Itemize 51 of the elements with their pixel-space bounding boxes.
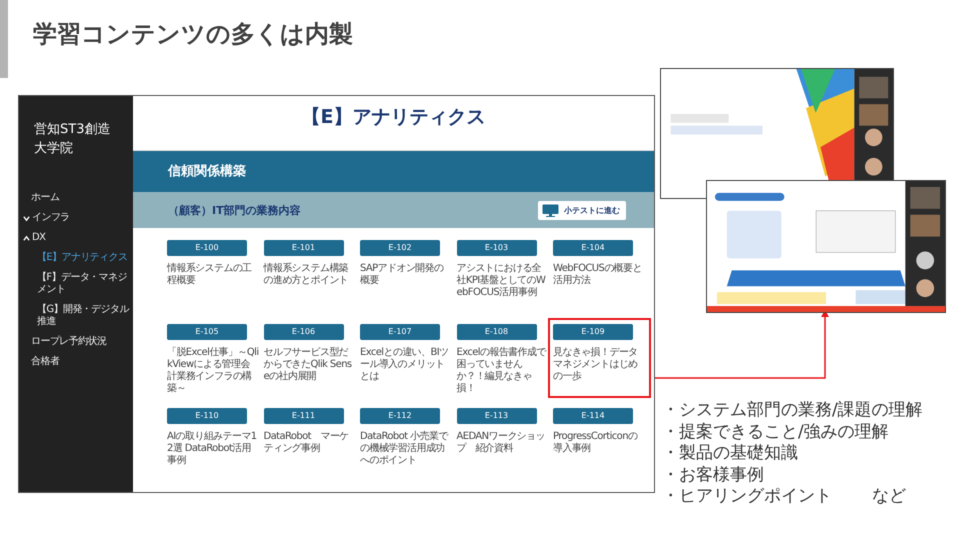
lesson-description: Excelの報告書作成で困っていませんか？！編見なきゃ損！ <box>456 346 548 395</box>
lesson-description: DataRobot マーケティング事例 <box>264 430 350 455</box>
sidebar-item[interactable]: 【E】アナリティクス <box>19 248 133 268</box>
slide-title: 学習コンテンツの多くは内製 <box>33 19 353 50</box>
subsection-title: （顧客）IT部門の業務内容 <box>168 202 301 218</box>
bullet-item: ・製品の基礎知識 <box>662 443 799 465</box>
section-title: 信頼関係構築 <box>168 163 246 180</box>
lesson-description: AEDANワークショップ 紹介資料 <box>456 430 546 455</box>
sidebar-item[interactable]: 合格者 <box>19 352 133 372</box>
quiz-button[interactable]: 小テストに進む <box>538 200 626 220</box>
lesson-description: 情報系システムの工程概要 <box>167 262 253 287</box>
lesson-description: AIの取り組みテーマ12選 DataRobot活用事例 <box>167 430 258 467</box>
page-title: 【E】アナリティクス <box>302 105 486 130</box>
lesson-description: ProgressCorticonの導入事例 <box>553 430 638 455</box>
sidebar-item[interactable]: ロープレ予約状況 <box>19 332 133 352</box>
lesson-description: WebFOCUSの概要と活用方法 <box>553 262 643 287</box>
site-logo: 営知ST3創造 大学院 <box>33 121 110 158</box>
etc-label: など <box>872 486 906 508</box>
sidebar-item[interactable]: ホーム <box>19 188 133 208</box>
lesson-button[interactable]: E-106 <box>264 324 344 340</box>
lesson-button[interactable]: E-108 <box>456 324 536 340</box>
lesson-button[interactable]: E-104 <box>553 240 633 256</box>
lesson-button[interactable]: E-112 <box>360 408 440 424</box>
lesson-description: アシストにおける全社KPI基盤としてのWebFOCUS活用事例 <box>456 262 546 299</box>
lesson-description: Excelとの違い、BIツール導入のメリットとは <box>360 346 450 383</box>
lesson-description: DataRobot 小売業での機械学習活用成功へのポイント <box>360 430 450 467</box>
lesson-button[interactable]: E-105 <box>167 324 247 340</box>
sidebar-item[interactable]: DX <box>19 228 133 248</box>
lesson-button[interactable]: E-111 <box>264 408 344 424</box>
lesson-button[interactable]: E-114 <box>553 408 633 424</box>
lesson-description: セルフサービス型だからできたQlik Senseの社内展開 <box>264 346 353 383</box>
bullet-item: ・システム部門の業務/課題の理解 <box>662 400 923 422</box>
monitor-icon <box>542 204 559 217</box>
lesson-button[interactable]: E-110 <box>167 408 247 424</box>
lesson-description: 見なきゃ損！データマネジメントはじめの一歩 <box>553 346 639 383</box>
bullet-item: ・お客様事例 <box>662 464 765 486</box>
bullet-item: ・ヒアリングポイント <box>662 486 832 508</box>
lesson-button[interactable]: E-102 <box>360 240 440 256</box>
sidebar-item[interactable]: インフラ <box>19 208 133 228</box>
sidebar-item[interactable]: 【F】データ・マネジメント <box>19 268 133 300</box>
bullet-item: ・提案できること/強みの理解 <box>662 422 890 444</box>
lesson-description: 情報系システム構築の進め方とポイント <box>264 262 350 287</box>
lesson-button[interactable]: E-100 <box>167 240 247 256</box>
lesson-description: SAPアドオン開発の概要 <box>360 262 444 287</box>
lesson-button[interactable]: E-113 <box>456 408 536 424</box>
lesson-description: 「脱Excel仕事」～QlikViewによる管理会計業務インフラの構築～ <box>167 346 259 395</box>
lesson-button[interactable]: E-101 <box>264 240 344 256</box>
sidebar-item[interactable]: 【G】開発・デジタル推進 <box>19 300 133 332</box>
lesson-button[interactable]: E-107 <box>360 324 440 340</box>
lesson-button[interactable]: E-103 <box>456 240 536 256</box>
lesson-button[interactable]: E-109 <box>553 324 633 340</box>
